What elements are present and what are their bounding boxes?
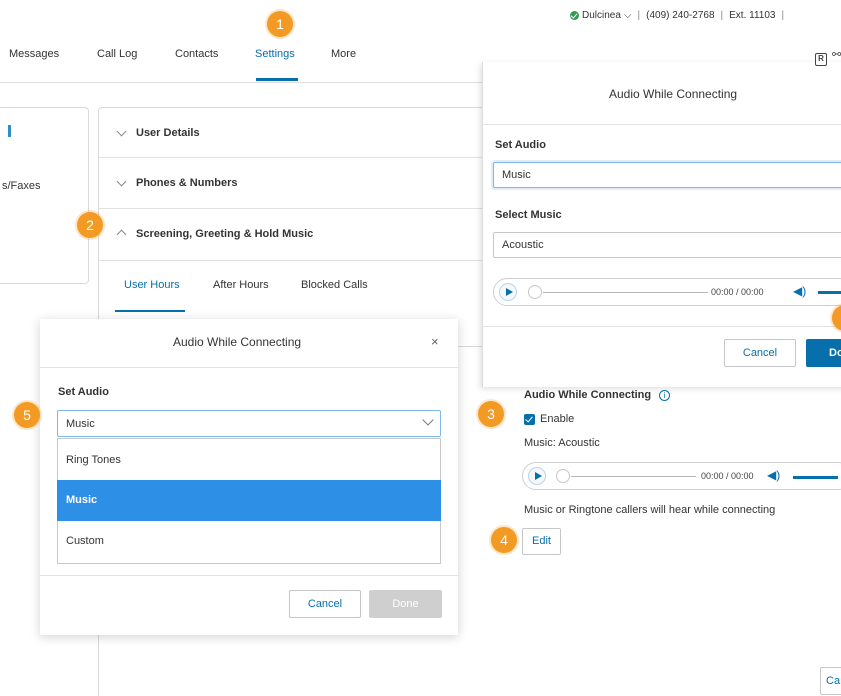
side-panel-active-indicator <box>8 125 11 137</box>
set-audio-label: Set Audio <box>58 386 109 398</box>
seek-track[interactable] <box>571 476 696 477</box>
nav-active-indicator <box>256 78 298 81</box>
playback-time: 00:00 / 00:00 <box>711 287 764 297</box>
cancel-button[interactable]: Cancel <box>289 590 361 618</box>
volume-icon[interactable]: ◀︎) <box>793 284 806 298</box>
volume-slider[interactable] <box>818 291 841 294</box>
seek-handle[interactable] <box>556 469 570 483</box>
select-music-select[interactable]: Acoustic <box>493 232 841 258</box>
nav-divider <box>0 82 482 83</box>
nav-call-log[interactable]: Call Log <box>97 48 137 60</box>
option-ring-tones[interactable]: Ring Tones <box>57 440 441 481</box>
section-phones-numbers[interactable]: Phones & Numbers <box>136 177 237 189</box>
user-menu-chevron-icon[interactable]: ⌵ <box>624 10 632 21</box>
option-music[interactable]: Music <box>57 480 441 521</box>
dialog-title: Audio While Connecting <box>173 335 302 349</box>
extension: Ext. 11103 <box>729 10 776 21</box>
play-icon[interactable] <box>528 467 546 485</box>
phone-number: (409) 240-2768 <box>646 10 715 21</box>
play-icon[interactable] <box>499 283 517 301</box>
section-screening-greeting-hold-music[interactable]: Screening, Greeting & Hold Music <box>136 228 313 240</box>
account-status: Dulcinea ⌵ | (409) 240-2768 | Ext. 11103… <box>570 10 787 21</box>
set-audio-select[interactable]: Music <box>493 162 841 188</box>
option-custom[interactable]: Custom <box>57 521 441 562</box>
seek-track[interactable] <box>543 292 708 293</box>
enable-label: Enable <box>540 413 575 425</box>
select-music-label: Select Music <box>495 209 562 221</box>
cancel-button[interactable]: Cancel <box>724 339 796 367</box>
info-icon[interactable]: i <box>659 390 670 401</box>
online-status-icon <box>570 11 579 20</box>
tab-blocked-calls[interactable]: Blocked Calls <box>301 279 368 291</box>
tab-after-hours[interactable]: After Hours <box>213 279 269 291</box>
nav-contacts[interactable]: Contacts <box>175 48 218 60</box>
done-button[interactable]: Done <box>369 590 442 618</box>
side-item-faxes[interactable]: s/Faxes <box>2 180 41 192</box>
separator: | <box>781 10 785 21</box>
audio-description: Music or Ringtone callers will hear whil… <box>524 504 776 516</box>
nav-messages[interactable]: Messages <box>9 48 59 60</box>
set-audio-select[interactable]: Music <box>57 410 441 437</box>
close-icon[interactable]: × <box>431 334 439 349</box>
section-user-details[interactable]: User Details <box>136 127 200 139</box>
music-value: Music: Acoustic <box>524 437 600 449</box>
step-badge-1: 1 <box>267 11 293 37</box>
audio-while-connecting-heading: Audio While Connecting <box>524 389 652 401</box>
seek-handle[interactable] <box>528 285 542 299</box>
divider <box>98 260 488 261</box>
step-badge-3: 3 <box>478 401 504 427</box>
tab-active-indicator <box>115 310 185 312</box>
step-badge-2: 2 <box>77 212 103 238</box>
nav-settings[interactable]: Settings <box>255 48 295 60</box>
r-icon[interactable]: R <box>815 53 827 66</box>
share-icon[interactable]: ⚯ <box>832 48 841 61</box>
step-badge-4: 4 <box>491 527 517 553</box>
step-badge-5: 5 <box>14 402 40 428</box>
separator: | <box>720 10 724 21</box>
settings-side-panel <box>0 107 89 284</box>
done-button[interactable]: Do <box>806 339 841 367</box>
volume-icon[interactable]: ◀︎) <box>767 468 780 482</box>
divider <box>98 157 488 158</box>
bottom-cancel-button[interactable]: Ca <box>820 667 841 695</box>
playback-time: 00:00 / 00:00 <box>701 471 754 481</box>
modal-footer-divider <box>482 326 841 327</box>
separator: | <box>637 10 641 21</box>
dialog-header-divider <box>40 367 458 368</box>
tab-user-hours[interactable]: User Hours <box>124 279 180 291</box>
modal-title: Audio While Connecting <box>609 87 738 101</box>
dialog-footer-divider <box>40 575 458 576</box>
set-audio-label: Set Audio <box>495 139 546 151</box>
user-name[interactable]: Dulcinea <box>582 10 621 21</box>
checkbox-checked-icon[interactable] <box>524 414 535 425</box>
nav-more[interactable]: More <box>331 48 356 60</box>
volume-slider[interactable] <box>793 476 838 479</box>
divider <box>98 208 488 209</box>
edit-button[interactable]: Edit <box>522 528 561 555</box>
